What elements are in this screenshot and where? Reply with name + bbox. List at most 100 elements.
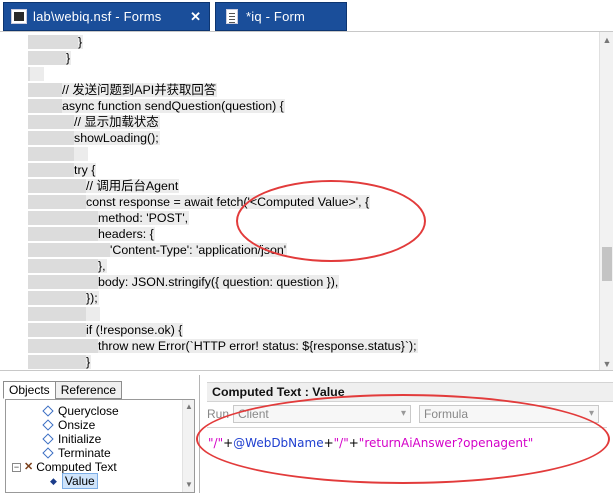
code-line[interactable]: }	[0, 354, 92, 370]
code-text: throw new Error(`HTTP error! status: ${r…	[98, 339, 418, 353]
code-line[interactable]: }	[0, 50, 72, 66]
code-line[interactable]	[0, 306, 100, 322]
tree-item-terminate[interactable]: Terminate	[42, 446, 111, 460]
code-text: }	[86, 355, 92, 369]
scroll-thumb[interactable]	[602, 247, 612, 281]
code-text: async function sendQuestion(question) {	[62, 99, 285, 113]
value-icon: ◆	[50, 476, 57, 486]
code-line[interactable]: 'Content-Type': 'application/json'	[0, 242, 288, 258]
code-text: }	[78, 35, 84, 49]
tree-item-label: Queryclose	[58, 404, 119, 418]
editor-scrollbar[interactable]: ▲ ▼	[599, 32, 613, 370]
tree-item-initialize[interactable]: Initialize	[42, 432, 102, 446]
close-icon[interactable]: ✕	[190, 9, 201, 25]
tab-forms-list[interactable]: lab\webiq.nsf - Forms ✕	[3, 2, 210, 31]
code-indent	[28, 339, 98, 353]
code-line[interactable]: method: 'POST',	[0, 210, 190, 226]
scroll-up-icon[interactable]: ▲	[184, 402, 194, 412]
code-text: const response = await fetch('<Computed …	[86, 195, 371, 209]
chevron-down-icon: ▾	[400, 408, 407, 419]
code-indent	[28, 115, 74, 129]
tree-item-onsize[interactable]: Onsize	[42, 418, 96, 432]
code-indent	[28, 291, 86, 305]
event-icon	[42, 447, 54, 459]
code-line[interactable]: // 发送问题到API并获取回答	[0, 82, 218, 98]
tree-item-value[interactable]: ◆ Value	[50, 473, 98, 489]
code-indent	[28, 147, 74, 161]
code-indent	[28, 227, 98, 241]
objects-pane: Objects Reference Queryclose Onsize Init…	[0, 375, 200, 493]
code-line[interactable]: }	[0, 34, 84, 50]
code-line[interactable]	[0, 66, 44, 82]
tree-item-label: Terminate	[58, 446, 111, 460]
formula-string: "/"	[333, 436, 349, 450]
code-line[interactable]: try {	[0, 162, 97, 178]
code-line[interactable]: showLoading();	[0, 130, 160, 146]
run-select[interactable]: Client ▾	[233, 405, 412, 423]
tree-item-queryclose[interactable]: Queryclose	[42, 404, 119, 418]
scroll-down-icon[interactable]: ▼	[184, 480, 194, 490]
formula-operator: +	[348, 436, 359, 450]
code-indent	[28, 131, 74, 145]
code-indent	[28, 355, 86, 369]
code-text: // 显示加载状态	[74, 115, 160, 129]
code-text: // 发送问题到API并获取回答	[62, 83, 218, 97]
code-indent	[28, 51, 66, 65]
code-line[interactable]: // 显示加载状态	[0, 114, 160, 130]
tree-item-label: Onsize	[58, 418, 96, 432]
programmer-pane-title: Computed Text : Value	[207, 382, 613, 402]
code-editor[interactable]: }} // 发送问题到API并获取回答 async function sendQue…	[0, 31, 613, 371]
tree-item-label: Initialize	[58, 432, 102, 446]
code-line[interactable]: });	[0, 290, 99, 306]
formula-operator: +	[323, 436, 334, 450]
code-text: });	[86, 291, 99, 305]
code-text	[30, 67, 44, 81]
formula-editor[interactable]: "/"+@WebDbName+"/"+"returnAiAnswer?opena…	[207, 427, 607, 487]
tab-reference[interactable]: Reference	[54, 381, 123, 399]
form-icon	[226, 9, 238, 24]
event-icon	[42, 419, 54, 431]
code-line[interactable]: throw new Error(`HTTP error! status: ${r…	[0, 338, 418, 354]
objects-tree[interactable]: Queryclose Onsize Initialize Terminate −…	[5, 399, 195, 493]
collapse-icon[interactable]: −	[12, 462, 21, 472]
code-line[interactable]: // 调用后台Agent	[0, 178, 180, 194]
run-select-value: Client	[238, 407, 269, 421]
chevron-down-icon: ▾	[588, 408, 595, 419]
code-line[interactable]: const response = await fetch('<Computed …	[0, 194, 371, 210]
code-indent	[28, 307, 86, 321]
code-line[interactable]: headers: {	[0, 226, 155, 242]
code-line[interactable]: if (!response.ok) {	[0, 322, 184, 338]
code-text: method: 'POST',	[98, 211, 190, 225]
code-indent	[28, 211, 98, 225]
language-select[interactable]: Formula ▾	[419, 405, 600, 423]
database-icon	[11, 9, 27, 24]
tree-item-label: Computed Text	[36, 460, 117, 474]
code-indent	[28, 99, 62, 113]
code-text	[74, 147, 88, 161]
language-select-value: Formula	[424, 407, 469, 421]
tab-objects[interactable]: Objects	[3, 381, 56, 399]
tab-iq-form[interactable]: *iq - Form	[215, 2, 347, 31]
run-row: Run Client ▾ Formula ▾	[207, 403, 607, 425]
event-icon	[42, 433, 54, 445]
code-text: body: JSON.stringify({ question: questio…	[98, 275, 340, 289]
code-indent	[28, 323, 86, 337]
code-indent	[28, 259, 98, 273]
code-text: showLoading();	[74, 131, 160, 145]
formula-variable: @WebDbName	[233, 436, 324, 450]
code-line[interactable]: async function sendQuestion(question) {	[0, 98, 285, 114]
code-indent	[28, 35, 78, 49]
code-line[interactable]	[0, 146, 88, 162]
code-text: 'Content-Type': 'application/json'	[110, 243, 288, 257]
tab-label: lab\webiq.nsf - Forms	[33, 9, 162, 24]
code-line[interactable]: body: JSON.stringify({ question: questio…	[0, 274, 340, 290]
tree-scrollbar[interactable]: ▲ ▼	[182, 400, 194, 492]
code-line[interactable]: },	[0, 258, 107, 274]
code-area[interactable]: }} // 发送问题到API并获取回答 async function sendQue…	[0, 32, 599, 370]
scroll-up-icon[interactable]: ▲	[602, 35, 612, 45]
scroll-down-icon[interactable]: ▼	[602, 359, 612, 369]
code-text: try {	[74, 163, 97, 177]
objects-pane-tabs: Objects Reference	[3, 381, 123, 399]
event-icon	[42, 405, 54, 417]
tree-item-computed-text[interactable]: − ✕ Computed Text	[12, 460, 117, 474]
